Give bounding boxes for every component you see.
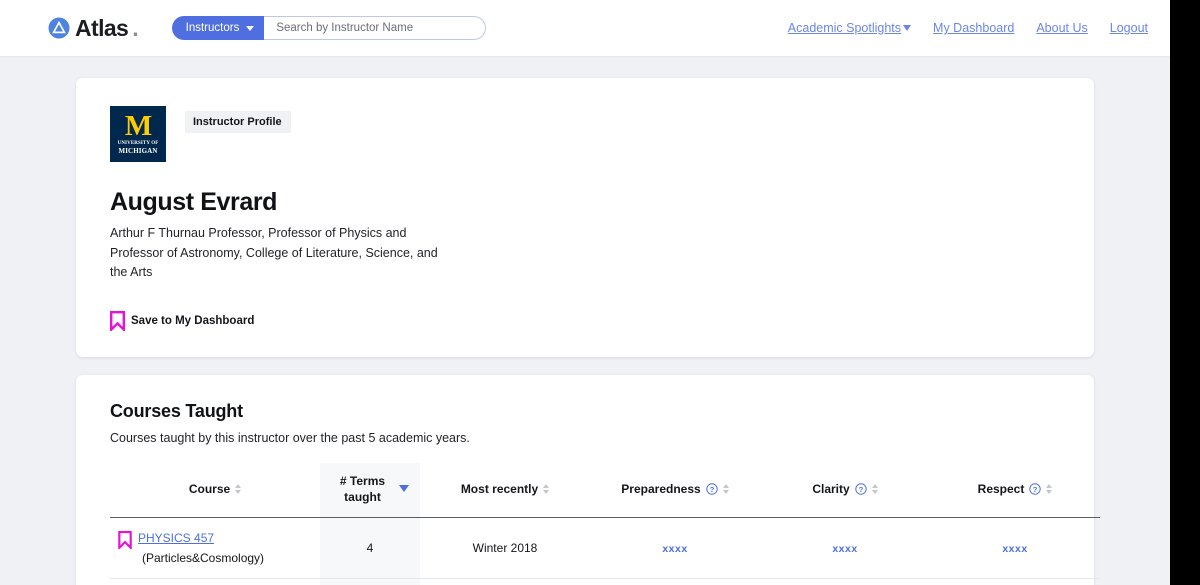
table-row: PHYSICS 457 (Particles&Cosmology) 4 Wint… (110, 517, 1100, 578)
sort-toggle-clarity[interactable] (872, 484, 878, 494)
preparedness-cell: xxxx (590, 517, 760, 578)
course-title: (Particles&Cosmology) (118, 551, 316, 565)
instructor-titles: Arthur F Thurnau Professor, Professor of… (110, 224, 440, 283)
column-header-label: # Terms taught (332, 473, 394, 505)
column-header-preparedness: Preparedness ? (590, 463, 760, 518)
section-subtitle: Courses taught by this instructor over t… (110, 431, 1060, 445)
clarity-cell: xxxx (760, 578, 930, 585)
profile-header: M UNIVERSITY OF MICHIGAN Instructor Prof… (110, 106, 1060, 162)
nav-link-about-us[interactable]: About Us (1036, 21, 1087, 35)
bookmark-icon (110, 311, 125, 331)
instructor-profile-card: M UNIVERSITY OF MICHIGAN Instructor Prof… (76, 78, 1094, 357)
help-circle-icon[interactable]: ? (1029, 483, 1041, 495)
most-recently-cell: Fall 2017 (420, 578, 590, 585)
preparedness-cell: xxxx (590, 578, 760, 585)
chevron-down-icon (246, 26, 254, 31)
course-cell: HONORS 365 (Cyberscience) (110, 578, 320, 585)
rating-value-redacted[interactable]: xxxx (662, 543, 687, 555)
column-header-terms-taught: # Terms taught (320, 463, 420, 518)
column-header-label: Course (189, 482, 230, 496)
instructor-profile-badge: Instructor Profile (185, 111, 291, 133)
top-navigation-bar: Atlas . Instructors Academic Spotlights … (0, 0, 1170, 56)
svg-text:?: ? (1033, 484, 1038, 493)
column-header-course: Course (110, 463, 320, 518)
column-header-label: Respect (978, 482, 1025, 496)
section-title: Courses Taught (110, 401, 1060, 422)
sort-toggle-course[interactable] (235, 484, 241, 494)
brand-dot: . (132, 17, 138, 40)
column-header-label: Preparedness (621, 482, 700, 496)
respect-cell: xxxx (930, 578, 1100, 585)
nav-link-academic-spotlights[interactable]: Academic Spotlights (788, 21, 911, 35)
nav-link-label: Academic Spotlights (788, 21, 901, 35)
atlas-instructor-profile-page: Atlas . Instructors Academic Spotlights … (0, 0, 1170, 585)
search-scope-dropdown[interactable]: Instructors (172, 16, 265, 40)
sort-toggle-most-recently[interactable] (543, 484, 549, 494)
help-circle-icon[interactable]: ? (855, 483, 867, 495)
courses-taught-card: Courses Taught Courses taught by this in… (76, 375, 1094, 585)
brand-name: Atlas (75, 17, 128, 40)
column-header-respect: Respect ? (930, 463, 1100, 518)
chevron-down-icon (903, 25, 911, 31)
course-cell: PHYSICS 457 (Particles&Cosmology) (110, 517, 320, 578)
um-logo-letter: M (116, 111, 160, 141)
um-logo-wordmark: UNIVERSITY OF MICHIGAN (116, 141, 160, 155)
table-header-row: Course # Terms taught (110, 463, 1100, 518)
clarity-cell: xxxx (760, 517, 930, 578)
sort-toggle-terms-taught-active-desc[interactable] (399, 485, 409, 492)
courses-taught-table: Course # Terms taught (110, 463, 1100, 585)
most-recently-cell: Winter 2018 (420, 517, 590, 578)
nav-link-my-dashboard[interactable]: My Dashboard (933, 21, 1014, 35)
nav-link-logout[interactable]: Logout (1110, 21, 1148, 35)
atlas-brand-logo[interactable]: Atlas . (48, 17, 139, 40)
terms-taught-cell: 3 (320, 578, 420, 585)
bookmark-icon[interactable] (118, 531, 132, 549)
atlas-triangle-logo-icon (48, 17, 70, 39)
sort-toggle-respect[interactable] (1046, 484, 1052, 494)
svg-text:?: ? (858, 484, 863, 493)
table-row: HONORS 365 (Cyberscience) 3 Fall 2017 xx… (110, 578, 1100, 585)
column-header-clarity: Clarity ? (760, 463, 930, 518)
search-input[interactable] (264, 16, 486, 40)
column-header-most-recently: Most recently (420, 463, 590, 518)
sort-toggle-preparedness[interactable] (723, 484, 729, 494)
nav-links: Academic Spotlights My Dashboard About U… (788, 21, 1148, 35)
column-header-label: Clarity (812, 482, 849, 496)
save-to-dashboard-label: Save to My Dashboard (131, 315, 254, 327)
search-scope-label: Instructors (186, 22, 240, 34)
page-title: August Evrard (110, 188, 1060, 217)
course-link[interactable]: PHYSICS 457 (138, 531, 214, 545)
page-content: M UNIVERSITY OF MICHIGAN Instructor Prof… (0, 56, 1170, 585)
column-header-label: Most recently (461, 482, 538, 496)
rating-value-redacted[interactable]: xxxx (1002, 543, 1027, 555)
terms-taught-cell: 4 (320, 517, 420, 578)
um-logo-line2: MICHIGAN (116, 147, 160, 155)
svg-text:?: ? (709, 484, 714, 493)
university-of-michigan-logo-icon: M UNIVERSITY OF MICHIGAN (110, 106, 166, 162)
search-group: Instructors (172, 16, 487, 40)
help-circle-icon[interactable]: ? (706, 483, 718, 495)
save-to-dashboard-button[interactable]: Save to My Dashboard (110, 311, 1060, 331)
respect-cell: xxxx (930, 517, 1100, 578)
rating-value-redacted[interactable]: xxxx (832, 543, 857, 555)
